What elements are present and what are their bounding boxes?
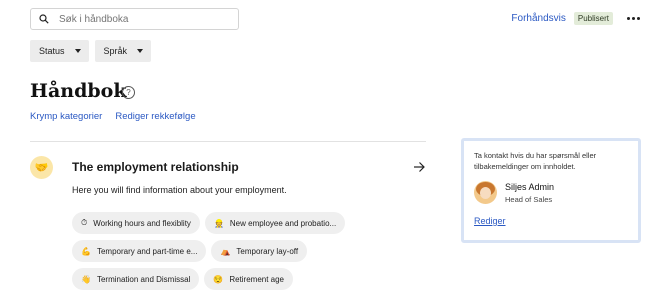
preview-link[interactable]: Forhåndsvis [511,13,565,24]
chip-label: Temporary and part-time e... [96,246,198,256]
contact-name: Siljes Admin [505,181,555,192]
chip-label: Working hours and flexiblity [93,218,191,228]
contact-role: Head of Sales [505,194,553,204]
filter-label: Status [39,46,65,56]
article-chip-new-employee[interactable]: 👷 New employee and probatio... [204,212,346,234]
dot-icon [637,17,640,20]
avatar [474,181,497,204]
flexed-arm-icon: 💪 [81,246,91,256]
page-title: Håndbok [30,80,127,102]
language-filter-button[interactable]: Språk [94,40,152,62]
arrow-right-icon[interactable] [413,161,425,173]
article-chips: ⏱ Working hours and flexiblity 👷 New emp… [72,212,432,296]
relieved-face-icon: 😌 [213,274,224,284]
contact-card: Ta kontakt hvis du har spørsmål eller ti… [461,138,641,243]
edit-order-link[interactable]: Rediger rekkefølge [115,111,195,122]
filter-bar: Status Språk [30,40,152,62]
dot-icon [627,17,630,20]
dot-icon [632,17,635,20]
article-chip-retirement-age[interactable]: 😌 Retirement age [204,268,294,290]
chip-label: Retirement age [229,274,285,284]
article-chip-termination[interactable]: 👋 Termination and Dismissal [72,268,200,290]
worker-icon: 👷 [213,218,224,228]
filter-label: Språk [103,46,128,56]
chip-label: Termination and Dismissal [96,274,191,284]
help-icon[interactable]: ? [122,86,135,99]
chip-label: Temporary lay-off [236,246,299,256]
edit-contact-link[interactable]: Rediger [474,216,506,226]
contact-text: Ta kontakt hvis du har spørsmål eller ti… [474,151,597,171]
article-chip-working-hours[interactable]: ⏱ Working hours and flexiblity [72,212,200,234]
article-chip-temporary-part-time[interactable]: 💪 Temporary and part-time e... [72,240,207,262]
status-filter-button[interactable]: Status [30,40,89,62]
stopwatch-icon: ⏱ [81,218,88,227]
category-title[interactable]: The employment relationship [72,160,239,174]
status-badge: Publisert [573,12,613,25]
handshake-icon: 🤝 [30,156,53,179]
divider [30,141,426,142]
article-chip-temporary-lay-off[interactable]: ⛺ Temporary lay-off [211,240,308,262]
header-actions: Forhåndsvis Publisert [511,12,640,25]
caret-down-icon [137,49,144,53]
contact-person: Siljes Admin Head of Sales [474,181,628,204]
chip-label: New employee and probatio... [229,218,337,228]
search-icon [39,14,49,24]
page-actions: Krymp kategorier Rediger rekkefølge [30,111,196,122]
search-field[interactable] [30,8,239,30]
more-options-button[interactable] [627,17,640,20]
collapse-categories-link[interactable]: Krymp kategorier [30,111,102,122]
waving-hand-icon: 👋 [81,274,91,284]
category-description: Here you will find information about you… [72,185,287,195]
caret-down-icon [74,49,81,53]
tent-icon: ⛺ [220,246,231,256]
search-input[interactable] [59,13,229,25]
